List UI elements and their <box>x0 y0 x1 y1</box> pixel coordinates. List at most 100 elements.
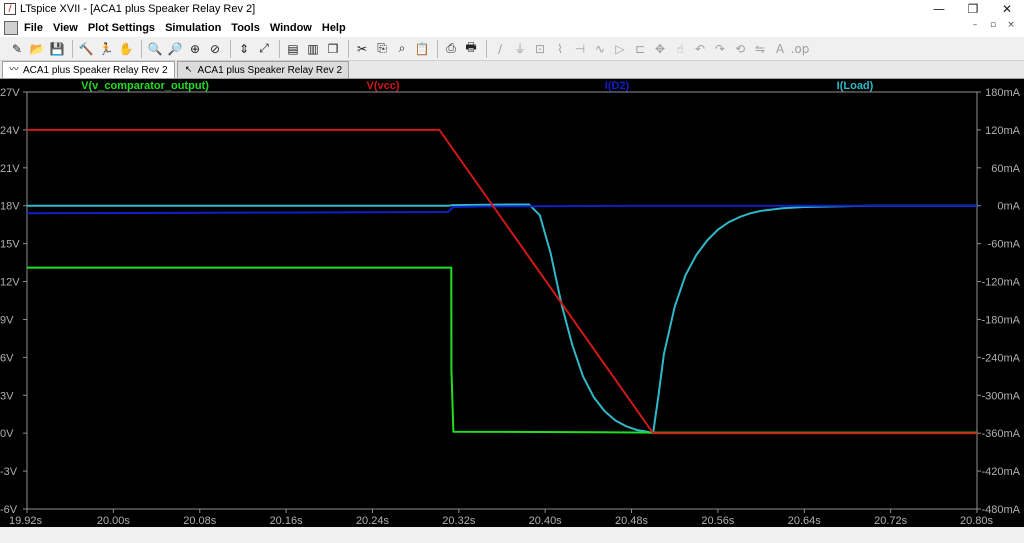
toolbar-separator <box>437 39 438 58</box>
capacitor-icon[interactable]: ⊣ <box>571 40 589 58</box>
menu-window[interactable]: Window <box>270 22 312 34</box>
trace-legend-label: I(D2) <box>605 80 630 92</box>
mirror-icon[interactable]: ⇋ <box>751 40 769 58</box>
x-axis-tick-label: 20.08s <box>183 515 217 527</box>
left-axis-tick-label: 24V <box>0 125 20 137</box>
tile-horizontal-icon[interactable]: ▤ <box>284 40 302 58</box>
mdi-restore-button[interactable]: ▫ <box>984 20 1002 30</box>
run-icon[interactable]: 🏃 <box>97 40 115 58</box>
right-axis-tick-label: -120mA <box>981 277 1020 289</box>
label-icon[interactable]: ⊡ <box>531 40 549 58</box>
toolbar-separator <box>486 39 487 58</box>
zoom-cancel-icon[interactable]: ⊘ <box>206 40 224 58</box>
right-axis-tick-label: -360mA <box>981 428 1020 440</box>
left-axis-tick-label: 0V <box>0 428 14 440</box>
spice-directive-icon[interactable]: .op <box>791 40 810 58</box>
menu-view[interactable]: View <box>53 22 78 34</box>
waveform-plot-pane[interactable]: 27V 24V 21V 18V 15V 12V 9V 6V 3V 0V -3V -6V 180mA 120… <box>0 79 1024 527</box>
left-axis-tick-label: 21V <box>0 163 20 175</box>
right-axis-tick-label: -300mA <box>981 390 1020 402</box>
save-icon[interactable]: 💾 <box>48 40 66 58</box>
window-controls: — ❐ ✕ <box>922 0 1024 18</box>
trace-legend-label: I(Load) <box>837 80 874 92</box>
right-axis-tick-label: 120mA <box>985 125 1021 137</box>
tab-waveform[interactable]: 〰 ACA1 plus Speaker Relay Rev 2 <box>2 61 175 78</box>
text-icon[interactable]: A <box>771 40 789 58</box>
copy-icon[interactable]: ⎘ <box>373 40 391 58</box>
title-bar: ∕ LTspice XVII - [ACA1 plus Speaker Rela… <box>0 0 1024 18</box>
window-title: LTspice XVII - [ACA1 plus Speaker Relay … <box>20 3 256 15</box>
plot-frame <box>26 91 978 510</box>
cut-icon[interactable]: ✂ <box>353 40 371 58</box>
menu-simulation[interactable]: Simulation <box>165 22 221 34</box>
menu-tools[interactable]: Tools <box>231 22 260 34</box>
status-bar <box>0 527 1024 543</box>
menu-file[interactable]: File <box>24 22 43 34</box>
x-axis-tick-label: 20.24s <box>356 515 390 527</box>
left-axis-tick-label: 15V <box>0 239 20 251</box>
toolbar-separator <box>230 39 231 58</box>
tile-vertical-icon[interactable]: ▥ <box>304 40 322 58</box>
x-axis-tick-label: 19.92s <box>9 515 43 527</box>
paste-icon[interactable]: 📋 <box>413 40 431 58</box>
right-axis-tick-label: 0mA <box>997 201 1020 213</box>
undo-icon[interactable]: ↶ <box>691 40 709 58</box>
right-axis-tick-label: -60mA <box>988 239 1021 251</box>
maximize-button[interactable]: ❐ <box>956 0 990 18</box>
x-axis-tick-label: 20.40s <box>529 515 563 527</box>
tab-schematic[interactable]: ↖ ACA1 plus Speaker Relay Rev 2 <box>176 61 350 78</box>
zoom-fit-icon[interactable]: ⤢ <box>255 40 273 58</box>
left-axis-tick-label: 9V <box>0 314 14 326</box>
print-icon[interactable]: ⎙ <box>442 40 460 58</box>
find-icon[interactable]: ⌕ <box>393 40 411 58</box>
right-axis-tick-label: 60mA <box>991 163 1020 175</box>
menu-plot-settings[interactable]: Plot Settings <box>88 22 155 34</box>
toolbar-separator <box>141 39 142 58</box>
right-axis-tick-label: -420mA <box>981 466 1020 478</box>
mdi-minimize-button[interactable]: – <box>966 20 984 30</box>
right-axis-tick-label: -180mA <box>981 314 1020 326</box>
x-axis-tick-label: 20.72s <box>874 515 908 527</box>
trace-i-load <box>27 203 977 435</box>
inductor-icon[interactable]: ∿ <box>591 40 609 58</box>
waveform-icon: 〰 <box>9 65 19 75</box>
component-icon[interactable]: ⊏ <box>631 40 649 58</box>
x-axis-tick-label: 20.32s <box>442 515 476 527</box>
menu-bar: File View Plot Settings Simulation Tools… <box>0 18 1024 37</box>
drag-icon[interactable]: ☝ <box>671 40 689 58</box>
x-axis-tick-label: 20.00s <box>97 515 131 527</box>
waveform-chart[interactable]: 27V24V21V18V15V12V9V6V3V0V-3V-6V180mA120… <box>0 79 1024 527</box>
left-axis-tick-label: -3V <box>0 466 18 478</box>
menu-help[interactable]: Help <box>322 22 346 34</box>
new-schematic-icon[interactable]: ✎ <box>8 40 26 58</box>
diode-icon[interactable]: ▷ <box>611 40 629 58</box>
trace-legend-label: V(vcc) <box>366 80 399 92</box>
mdi-close-button[interactable]: × <box>1002 20 1020 30</box>
wire-icon[interactable]: ∕ <box>491 40 509 58</box>
ground-icon[interactable]: ⏚ <box>511 40 529 58</box>
ltspice-app-icon[interactable]: ∕ <box>4 3 16 15</box>
redo-icon[interactable]: ↷ <box>711 40 729 58</box>
rotate-icon[interactable]: ⟲ <box>731 40 749 58</box>
trace-v-vcc <box>27 128 977 435</box>
x-axis-tick-label: 20.16s <box>270 515 304 527</box>
cascade-icon[interactable]: ❐ <box>324 40 342 58</box>
print-setup-icon[interactable]: 🖶 <box>462 40 480 58</box>
left-axis-tick-label: 3V <box>0 390 14 402</box>
move-icon[interactable]: ✥ <box>651 40 669 58</box>
close-button[interactable]: ✕ <box>990 0 1024 18</box>
x-axis-tick-label: 20.80s <box>960 515 994 527</box>
x-axis-tick-label: 20.48s <box>615 515 649 527</box>
x-axis-tick-label: 20.64s <box>788 515 822 527</box>
zoom-area-icon[interactable]: ⊕ <box>186 40 204 58</box>
document-tabs: 〰 ACA1 plus Speaker Relay Rev 2 ↖ ACA1 p… <box>0 61 1024 79</box>
autorange-icon[interactable]: ⇕ <box>235 40 253 58</box>
minimize-button[interactable]: — <box>922 0 956 18</box>
document-menu-icon[interactable] <box>4 20 18 35</box>
resistor-icon[interactable]: ⌇ <box>551 40 569 58</box>
zoom-out-icon[interactable]: 🔎 <box>166 40 184 58</box>
halt-icon[interactable]: ✋ <box>117 40 135 58</box>
zoom-in-icon[interactable]: 🔍 <box>146 40 164 58</box>
control-panel-icon[interactable]: 🔨 <box>77 40 95 58</box>
open-icon[interactable]: 📂 <box>28 40 46 58</box>
